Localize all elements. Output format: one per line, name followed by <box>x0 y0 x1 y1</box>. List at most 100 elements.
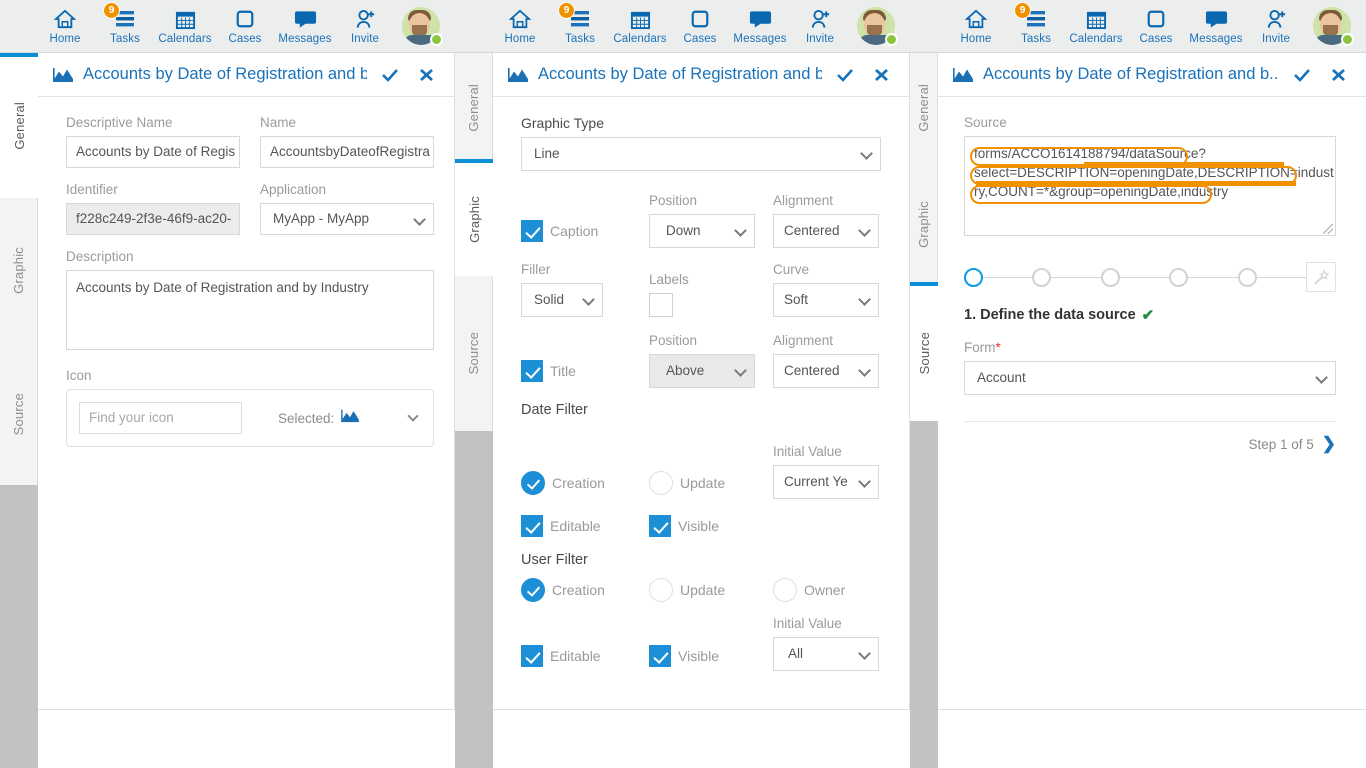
nav-item-messages[interactable]: Messages <box>1186 0 1246 53</box>
caption-checkbox[interactable] <box>521 220 543 242</box>
date-filter-heading: Date Filter <box>521 402 588 418</box>
filler-label: Filler <box>521 262 551 277</box>
invite-user-icon <box>809 7 832 31</box>
chevron-right-icon[interactable]: ❯ <box>1322 434 1336 454</box>
nav-item-cases[interactable]: Cases <box>670 0 730 53</box>
step-counter: Step 1 of 5 <box>1248 436 1314 452</box>
filler-select[interactable]: Solid <box>521 283 603 317</box>
vtab-graphic[interactable]: Graphic <box>910 163 938 286</box>
avatar[interactable] <box>1306 0 1358 53</box>
vtab-label: General <box>916 84 931 132</box>
nav-item-invite[interactable]: Invite <box>790 0 850 53</box>
nav-item-messages[interactable]: Messages <box>730 0 790 53</box>
magic-wand-icon[interactable] <box>1306 262 1337 292</box>
icon-search-input[interactable]: Find your icon <box>79 402 242 434</box>
chart-area-icon <box>52 66 74 83</box>
nav-item-calendars[interactable]: Calendars <box>155 0 215 53</box>
chart-area-icon <box>952 66 974 83</box>
close-button[interactable] <box>868 68 895 82</box>
nav-item-invite[interactable]: Invite <box>1246 0 1306 53</box>
nav-item-invite[interactable]: Invite <box>335 0 395 53</box>
nav-item-home[interactable]: Home <box>946 0 1006 53</box>
nav-item-tasks[interactable]: 9 Tasks <box>550 0 610 53</box>
accept-button[interactable] <box>1288 68 1316 82</box>
vtab-general[interactable]: General <box>0 53 38 198</box>
graphic-type-select[interactable]: Line <box>521 137 881 171</box>
chevron-down-icon[interactable] <box>407 410 419 422</box>
date-editable-checkbox[interactable] <box>521 515 543 537</box>
resize-grip-icon[interactable] <box>1323 224 1333 234</box>
nav-item-home[interactable]: Home <box>35 0 95 53</box>
curve-select[interactable]: Soft <box>773 283 879 317</box>
step-dot-2[interactable] <box>1032 267 1052 287</box>
accept-button[interactable] <box>831 68 859 82</box>
general-form: Descriptive Name Accounts by Date of Reg… <box>38 97 454 447</box>
name-group: Name AccountsbyDateofRegistra <box>260 115 434 168</box>
date-initial-value-select[interactable]: Current Ye <box>773 465 879 499</box>
chart-area-icon <box>340 408 360 428</box>
caption-alignment-select[interactable]: Centered <box>773 214 879 248</box>
vtab-label: Graphic <box>916 201 931 248</box>
nav-item-calendars[interactable]: Calendars <box>1066 0 1126 53</box>
nav-item-home[interactable]: Home <box>490 0 550 53</box>
icon-group: Icon Find your icon Selected: <box>66 368 434 447</box>
title-alignment-select[interactable]: Centered <box>773 354 879 388</box>
nav-item-messages[interactable]: Messages <box>275 0 335 53</box>
step-dot-1[interactable] <box>964 267 983 287</box>
accept-button[interactable] <box>376 68 404 82</box>
nav-item-tasks[interactable]: 9 Tasks <box>1006 0 1066 53</box>
user-filter-heading: User Filter <box>521 552 588 568</box>
date-editable-label: Editable <box>550 518 601 534</box>
source-line-1: forms/ACCO1614188794/dataSource? <box>974 146 1206 161</box>
identifier-input: f228c249-2f3e-46f9-ac20- <box>66 203 240 235</box>
application-select[interactable]: MyApp - MyApp <box>260 203 434 235</box>
vertical-tab-rail: General Graphic Source <box>0 53 38 485</box>
user-update-radio[interactable] <box>649 578 673 602</box>
user-initial-value-select[interactable]: All <box>773 637 879 671</box>
title-checkbox[interactable] <box>521 360 543 382</box>
name-input[interactable]: AccountsbyDateofRegistra <box>260 136 434 168</box>
avatar[interactable] <box>395 0 447 53</box>
step-dot-5[interactable] <box>1237 267 1257 287</box>
vtab-source[interactable]: Source <box>910 282 938 421</box>
step-dot-4[interactable] <box>1169 267 1189 287</box>
title-position-select[interactable]: Above <box>649 354 755 388</box>
date-creation-radio[interactable] <box>521 471 545 495</box>
required-marker: * <box>995 340 1001 355</box>
source-textarea[interactable]: forms/ACCO1614188794/dataSource? select=… <box>964 136 1336 236</box>
date-update-radio[interactable] <box>649 471 673 495</box>
descriptive-name-input[interactable]: Accounts by Date of Regis <box>66 136 240 168</box>
nav-label: Home <box>960 33 992 45</box>
user-editable-checkbox[interactable] <box>521 645 543 667</box>
user-filter-row2: Editable Visible Initial Value All <box>521 616 881 671</box>
description-textarea[interactable]: Accounts by Date of Registration and by … <box>66 270 434 350</box>
descriptive-name-label: Descriptive Name <box>66 115 173 130</box>
nav-item-cases[interactable]: Cases <box>1126 0 1186 53</box>
vtab-general[interactable]: General <box>455 53 493 163</box>
step-dot-3[interactable] <box>1100 267 1120 287</box>
date-visible-checkbox[interactable] <box>649 515 671 537</box>
card-title-bar: Accounts by Date of Registration and b..… <box>938 53 1366 97</box>
graphic-type-group: Graphic Type Line <box>521 115 881 171</box>
nav-item-cases[interactable]: Cases <box>215 0 275 53</box>
vtab-source[interactable]: Source <box>455 276 493 431</box>
close-button[interactable] <box>413 68 440 82</box>
vtab-graphic[interactable]: Graphic <box>0 198 38 343</box>
app-screenshot-triptych: Home 9 Tasks Calendars Cases Messages In… <box>0 0 1366 768</box>
vtab-general[interactable]: General <box>910 53 938 163</box>
avatar[interactable] <box>850 0 902 53</box>
vtab-graphic[interactable]: Graphic <box>455 159 493 276</box>
caption-position-select[interactable]: Down <box>649 214 755 248</box>
user-owner-radio[interactable] <box>773 578 797 602</box>
user-creation-radio[interactable] <box>521 578 545 602</box>
nav-item-calendars[interactable]: Calendars <box>610 0 670 53</box>
close-button[interactable] <box>1325 68 1352 82</box>
labels-checkbox[interactable] <box>649 293 673 317</box>
divider <box>964 421 1336 422</box>
user-visible-checkbox[interactable] <box>649 645 671 667</box>
nav-item-tasks[interactable]: 9 Tasks <box>95 0 155 53</box>
messages-icon <box>1205 7 1228 31</box>
nav-label: Messages <box>733 33 787 45</box>
form-select[interactable]: Account <box>964 361 1336 395</box>
vtab-source[interactable]: Source <box>0 343 38 485</box>
